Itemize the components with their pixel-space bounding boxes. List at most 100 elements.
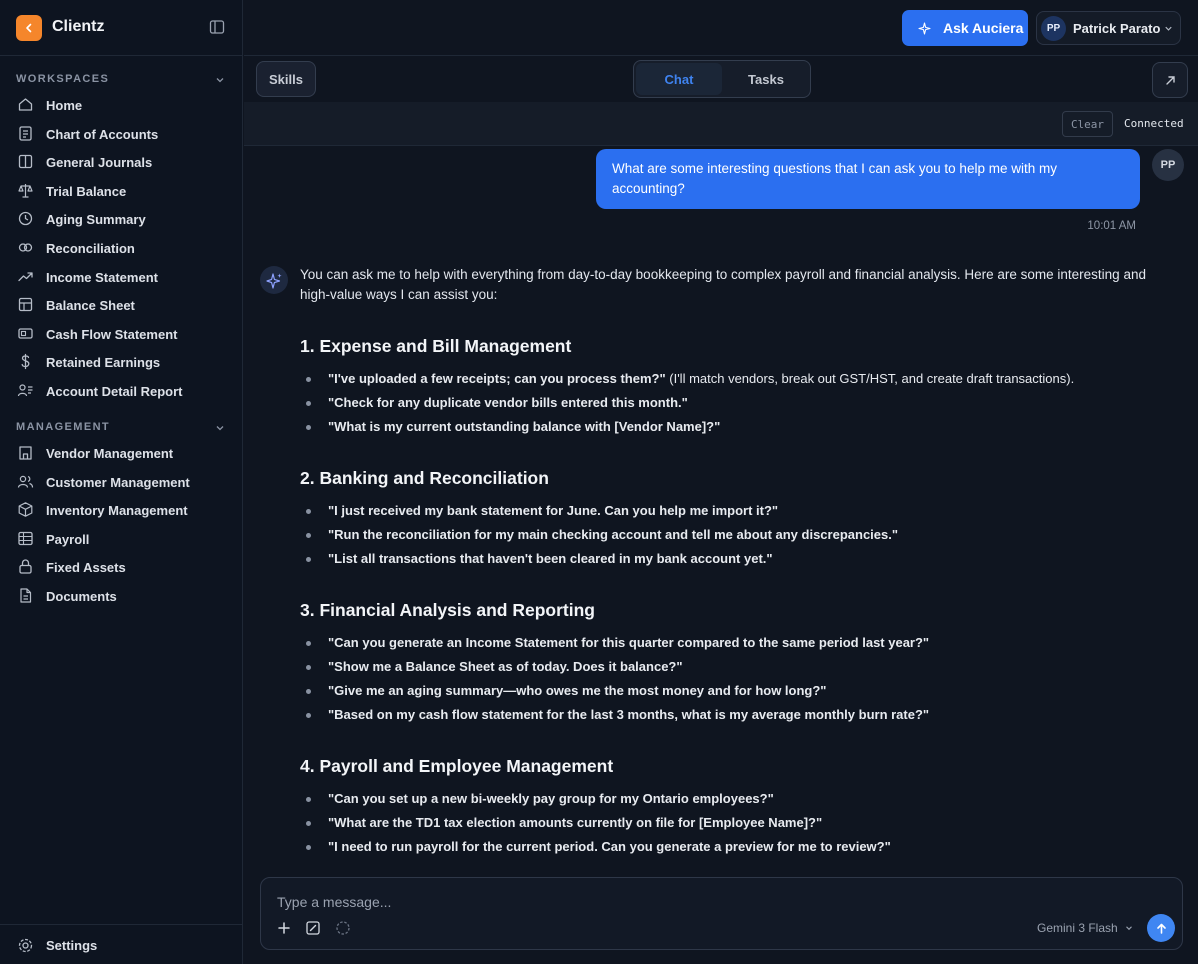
sidebar-item-label: Aging Summary — [46, 212, 146, 228]
top-bar: Ask Auciera PP Patrick Parato — [244, 0, 1198, 56]
suggested-question: "I need to run payroll for the current p… — [328, 839, 891, 854]
sidebar-item-label: Home — [46, 98, 83, 113]
send-button[interactable] — [1147, 914, 1175, 942]
bullet — [306, 797, 311, 802]
sidebar-item-documents[interactable]: Documents — [0, 582, 243, 610]
sidebar-item-label: Chart of Accounts — [46, 126, 159, 142]
chevron-down-icon[interactable] — [214, 74, 226, 86]
sidebar-item-cash-flow-statement[interactable]: Cash Flow Statement — [0, 320, 243, 348]
clear-button[interactable]: Clear — [1062, 111, 1113, 137]
tab-chat[interactable]: Chat — [636, 63, 722, 95]
back-button[interactable] — [16, 15, 42, 41]
section-workspaces: WORKSPACES — [16, 73, 110, 85]
plus-icon[interactable] — [276, 920, 292, 936]
question-text: "Run the reconciliation for my main chec… — [328, 527, 899, 542]
connection-bar: Clear Connected — [244, 102, 1198, 146]
suggested-question: "I just received my bank statement for J… — [328, 503, 778, 518]
store-icon — [19, 446, 32, 460]
chevron-down-icon — [1125, 926, 1132, 931]
suggested-question: "Check for any duplicate vendor bills en… — [328, 395, 688, 410]
user-message: What are some interesting questions that… — [596, 149, 1140, 209]
bullet — [306, 557, 311, 562]
sidebar-item-trial-balance[interactable]: Trial Balance — [0, 177, 243, 205]
scale-icon — [18, 183, 33, 198]
suggested-question: "Give me an aging summary—who owes me th… — [328, 683, 826, 698]
chevron-down-icon[interactable] — [214, 422, 226, 434]
suggested-question: "Run the reconciliation for my main chec… — [328, 527, 898, 542]
sidebar-item-payroll[interactable]: Payroll — [0, 525, 243, 553]
sparkle-icon — [265, 272, 282, 289]
sidebar-item-balance-sheet[interactable]: Balance Sheet — [0, 291, 243, 319]
bullet — [306, 689, 311, 694]
avatar: PP — [1041, 16, 1066, 41]
sidebar-item-chart-of-accounts[interactable]: Chart of Accounts — [0, 120, 243, 148]
question-text: "Can you set up a new bi-weekly pay grou… — [328, 791, 774, 806]
section-management: MANAGEMENT — [16, 421, 111, 433]
bullet — [306, 845, 311, 850]
question-text: "Show me a Balance Sheet as of today. Do… — [328, 659, 683, 674]
question-text: "Based on my cash flow statement for the… — [328, 707, 930, 722]
loading-spinner-icon — [336, 921, 350, 935]
skills-button[interactable]: Skills — [256, 61, 316, 97]
suggested-question: "Show me a Balance Sheet as of today. Do… — [328, 659, 683, 674]
chat-thread: What are some interesting questions that… — [244, 146, 1198, 860]
settings-link[interactable]: Settings — [0, 924, 243, 964]
question-text: "Can you generate an Income Statement fo… — [328, 635, 930, 650]
bullet — [306, 401, 311, 406]
sidebar-item-customer-management[interactable]: Customer Management — [0, 468, 243, 496]
gear-icon — [18, 938, 33, 953]
file-icon — [20, 588, 32, 603]
expand-button[interactable] — [1152, 62, 1188, 98]
sidebar-item-label: Documents — [46, 589, 117, 604]
question-text: "I just received my bank statement for J… — [328, 503, 779, 518]
bullet — [306, 377, 311, 382]
sidebar-item-label: General Journals — [46, 155, 153, 171]
sidebar-item-aging-summary[interactable]: Aging Summary — [0, 205, 243, 233]
model-label: Gemini 3 Flash — [1037, 921, 1118, 935]
suggested-question: "What are the TD1 tax election amounts c… — [328, 815, 822, 830]
package-icon — [18, 502, 33, 517]
view-tabs: Chat Tasks — [633, 60, 811, 98]
edit-square-icon[interactable] — [305, 920, 321, 936]
lock-icon — [19, 559, 32, 575]
section-heading: 1. Expense and Bill Management — [300, 336, 572, 356]
sidebar-toggle-icon[interactable] — [209, 19, 225, 35]
sidebar-item-label: Retained Earnings — [46, 355, 161, 371]
suggested-question: "List all transactions that haven't been… — [328, 551, 773, 566]
message-input[interactable] — [277, 892, 977, 912]
sidebar: Clientz WORKSPACES Home Chart of Accounts… — [0, 0, 243, 964]
sidebar-item-income-statement[interactable]: Income Statement — [0, 263, 243, 291]
question-text: "What is my current outstanding balance … — [328, 419, 721, 434]
question-text: "What are the TD1 tax election amounts c… — [328, 815, 823, 830]
sidebar-item-label: Payroll — [46, 531, 90, 547]
document-list-icon — [19, 125, 32, 141]
section-heading: 2. Banking and Reconciliation — [300, 468, 549, 488]
model-select[interactable]: Gemini 3 Flash — [1037, 921, 1134, 935]
sidebar-item-label: Customer Management — [46, 474, 190, 490]
ask-auciera-button[interactable]: Ask Auciera — [902, 10, 1028, 46]
bullet — [306, 665, 311, 670]
sidebar-item-vendor-management[interactable]: Vendor Management — [0, 439, 243, 467]
suggested-question: "Can you generate an Income Statement fo… — [328, 635, 929, 650]
suggested-question: "Based on my cash flow statement for the… — [328, 707, 929, 722]
question-text: "I've uploaded a few receipts; can you p… — [328, 371, 666, 386]
sidebar-item-fixed-assets[interactable]: Fixed Assets — [0, 553, 243, 581]
question-text: "I need to run payroll for the current p… — [328, 839, 891, 854]
user-list-icon — [17, 384, 33, 397]
message-composer: Gemini 3 Flash — [260, 877, 1183, 950]
user-menu[interactable]: PP Patrick Parato — [1036, 11, 1181, 45]
sidebar-item-home[interactable]: Home — [0, 91, 243, 119]
sidebar-item-retained-earnings[interactable]: Retained Earnings — [0, 348, 243, 376]
sidebar-item-reconciliation[interactable]: Reconciliation — [0, 234, 243, 262]
sidebar-item-general-journals[interactable]: General Journals — [0, 148, 243, 176]
brand-header: Clientz — [0, 0, 243, 56]
sidebar-item-account-detail-report[interactable]: Account Detail Report — [0, 377, 243, 405]
tab-tasks[interactable]: Tasks — [723, 63, 809, 95]
brand-name: Clientz — [52, 18, 105, 35]
bullet — [306, 425, 311, 430]
chat-toolbar: Skills Chat Tasks — [244, 56, 1198, 102]
sidebar-item-label: Account Detail Report — [46, 384, 183, 399]
banknote-icon — [18, 328, 33, 339]
sidebar-item-inventory-management[interactable]: Inventory Management — [0, 496, 243, 524]
users-icon — [17, 475, 34, 488]
